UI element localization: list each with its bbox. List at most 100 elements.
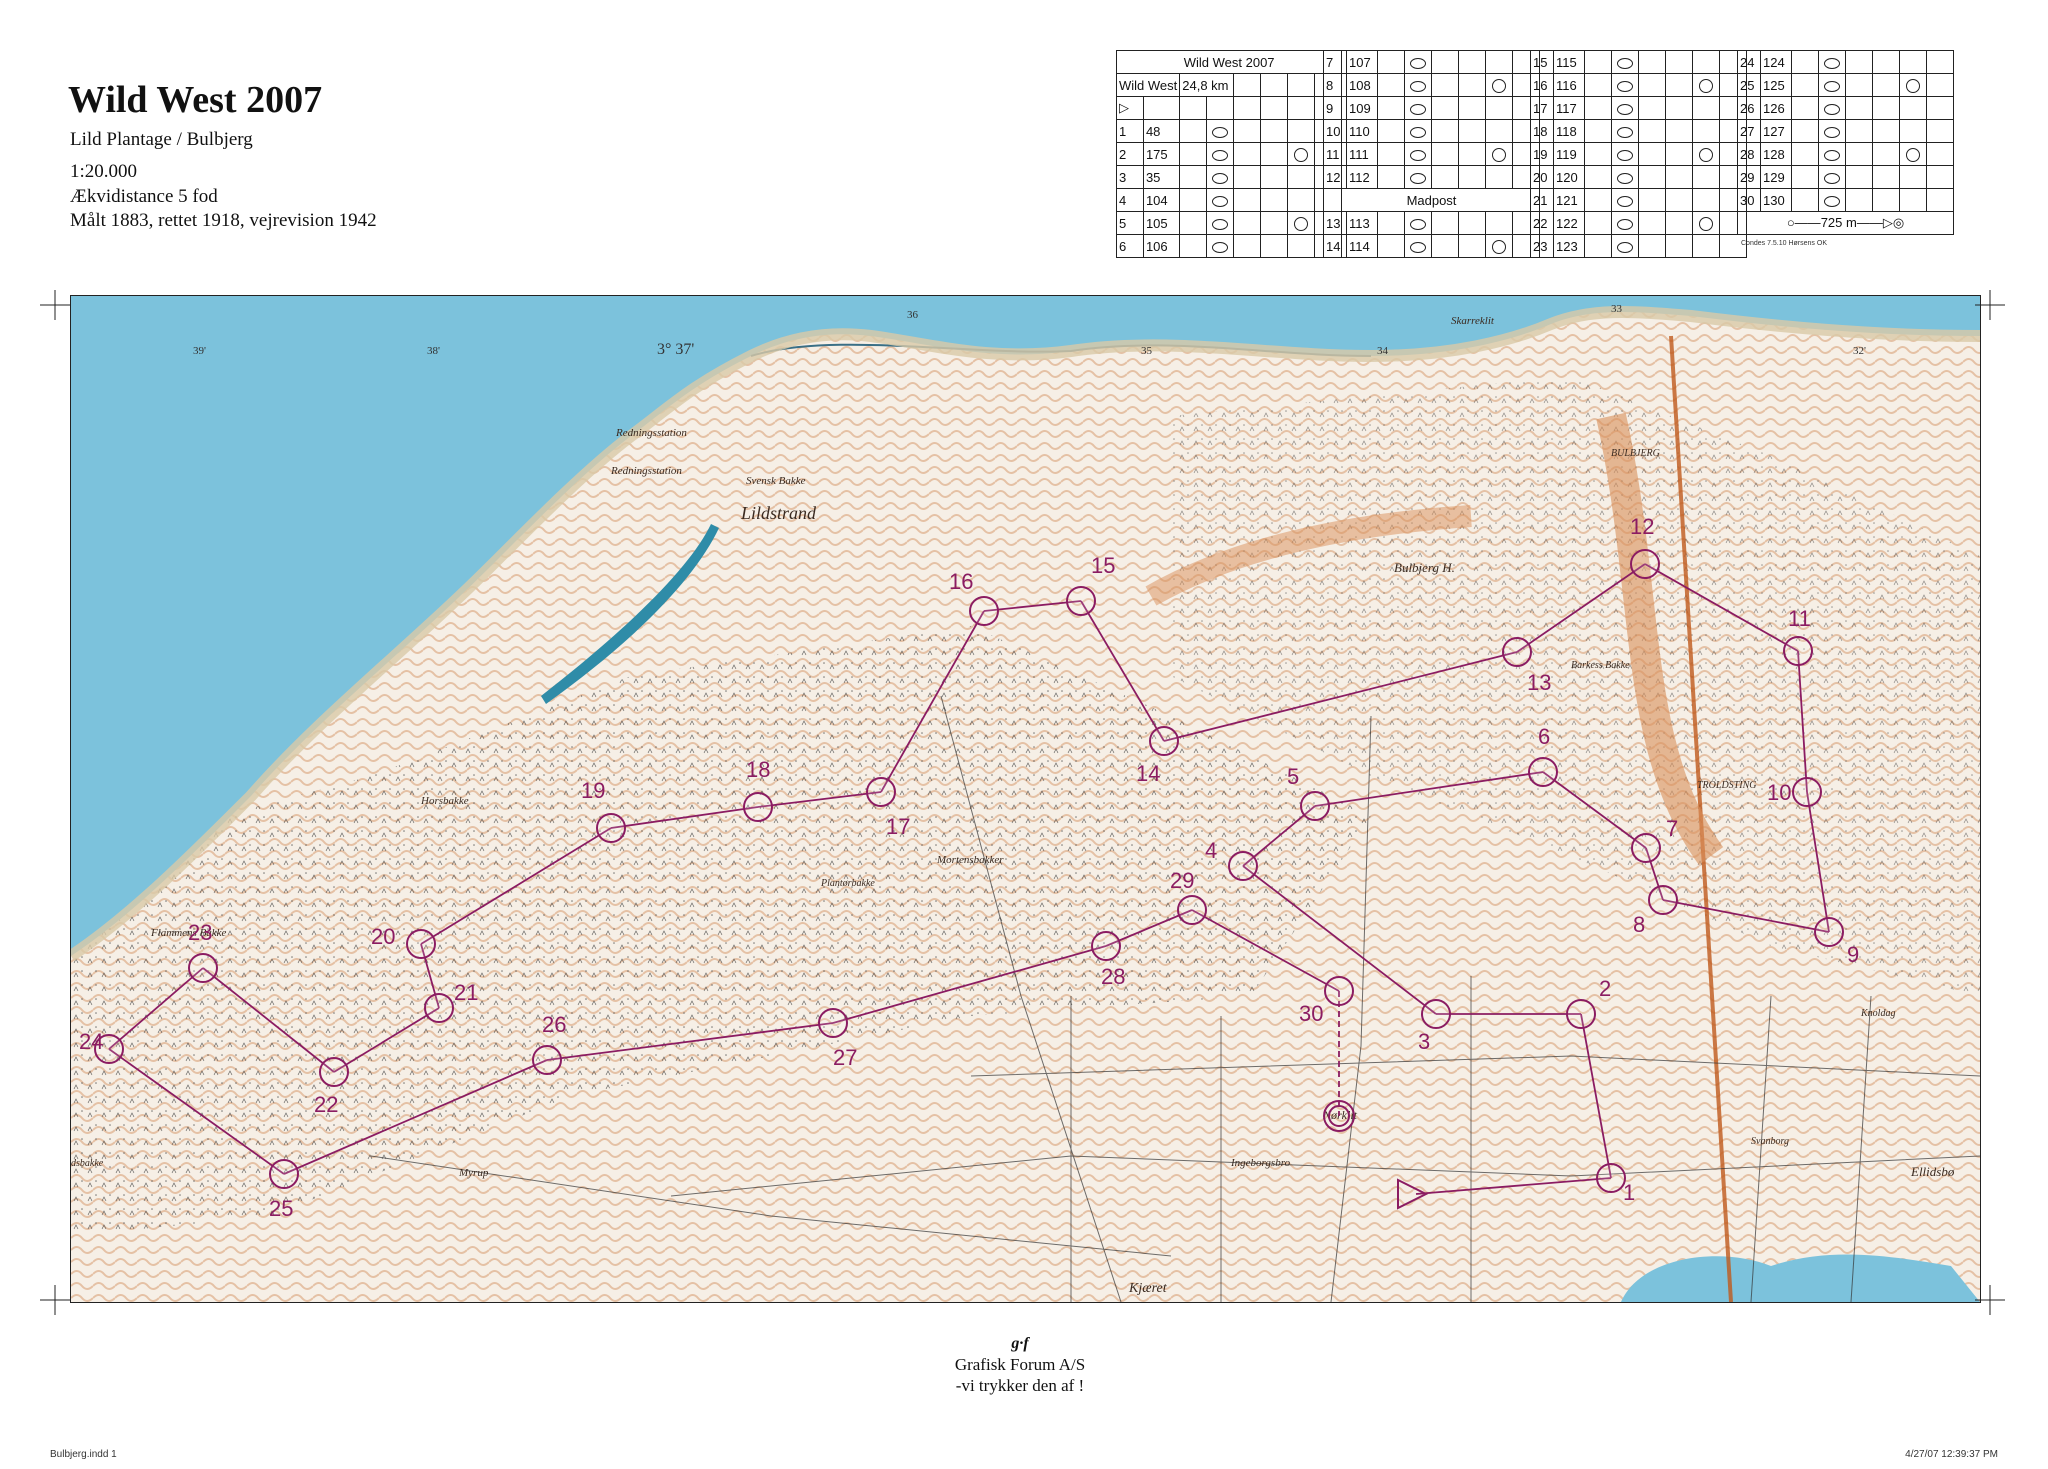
description-row: 22 122 [1530,211,1747,235]
location-symbol-icon [1294,147,1309,162]
place-ellidsbol: Ellidsbø [1910,1164,1955,1179]
description-table-4: 24 124 25 125 26 126 27 127 28 128 29 129 30 130 ○——7… [1737,50,1954,235]
control-circle-1[interactable] [1596,1163,1626,1193]
location-symbol-icon [1492,147,1506,162]
control-circle-17[interactable] [866,777,896,807]
control-circle-2[interactable] [1566,999,1596,1029]
control-circle-28[interactable] [1091,931,1121,961]
place-kjaeret: Kjæret [1128,1281,1168,1296]
feature-symbol-icon [1410,57,1426,69]
control-number-24: 24 [79,1029,103,1054]
control-number: 16 [1530,73,1554,97]
control-number-11: 11 [1788,606,1811,631]
control-circle-13[interactable] [1502,637,1532,667]
control-number: 1 [1116,119,1144,143]
control-circle-26[interactable] [532,1045,562,1075]
control-number-28: 28 [1101,964,1125,989]
control-circle-12[interactable] [1630,549,1660,579]
place-ingeborgsbro: Ingeborgsbro [1230,1157,1291,1169]
control-number: 4 [1116,188,1144,212]
grid-36: 36 [907,309,919,321]
control-number-22: 22 [314,1092,338,1117]
control-code: 120 [1553,165,1585,189]
control-circle-25[interactable] [269,1159,299,1189]
crop-mark-tr [1975,290,2005,320]
feature-symbol-icon [1824,149,1840,161]
event-name: Wild West 2007 [1115,50,1343,74]
control-code: 48 [1142,119,1181,143]
description-row: 23 123 [1530,234,1747,258]
feature-symbol-icon [1410,172,1426,184]
control-circle-16[interactable] [969,596,999,626]
description-row: 9 109 [1323,96,1540,120]
course-name: Wild West [1115,73,1181,97]
description-row: 20 120 [1530,165,1747,189]
control-circle-15[interactable] [1066,586,1096,616]
printer-slogan: -vi trykker den af ! [955,1376,1085,1395]
control-number: 8 [1323,73,1347,97]
control-circle-22[interactable] [319,1057,349,1087]
control-circle-29[interactable] [1177,895,1207,925]
control-number: 21 [1530,188,1554,212]
description-row: 11 111 [1323,142,1540,166]
feature-symbol-icon [1410,241,1426,253]
control-circle-8[interactable] [1648,885,1678,915]
control-circle-14[interactable] [1149,726,1179,756]
control-circle-3[interactable] [1421,999,1451,1029]
control-circle-10[interactable] [1792,777,1822,807]
control-circle-27[interactable] [818,1008,848,1038]
control-circle-9[interactable] [1814,917,1844,947]
control-circle-11[interactable] [1783,636,1813,666]
description-row: 27 127 [1737,119,1954,143]
control-number-27: 27 [833,1045,857,1070]
control-circle-4[interactable] [1228,851,1258,881]
feature-symbol-icon [1824,126,1840,138]
description-row: 16 116 [1530,73,1747,97]
control-code: 128 [1760,142,1792,166]
control-circle-20[interactable] [406,929,436,959]
software-credit: Condes 7.5.10 Hørsens OK [1741,240,1827,247]
description-row: 12 112 [1323,165,1540,189]
control-circle-21[interactable] [424,993,454,1023]
description-row: 3 35 [1116,165,1343,189]
control-code: 110 [1346,119,1378,143]
control-circle-5[interactable] [1300,791,1330,821]
place-trolsting: TROLDSTING [1697,780,1756,791]
feature-symbol-icon [1617,172,1633,184]
feature-symbol-icon [1410,126,1426,138]
feature-symbol-icon [1617,57,1633,69]
control-circle-30[interactable] [1324,976,1354,1006]
control-circle-6[interactable] [1528,757,1558,787]
finish-row: ○——725 m——▷◎ [1737,211,1954,235]
control-code: 113 [1346,211,1378,235]
map-title: Wild West 2007 [68,79,323,121]
crop-mark-bl [40,1285,70,1315]
control-code: 112 [1346,165,1378,189]
feature-symbol-icon [1617,241,1633,253]
finish-distance: 725 m [1820,215,1857,230]
location-symbol-icon [1699,147,1713,162]
location-symbol-icon [1294,216,1309,231]
control-circle-7[interactable] [1631,833,1661,863]
control-number-6: 6 [1538,724,1550,749]
control-circle-18[interactable] [743,792,773,822]
control-circle-23[interactable] [188,953,218,983]
description-row: 2 175 [1116,142,1343,166]
control-code: 108 [1346,73,1378,97]
control-code: 104 [1142,188,1181,212]
control-code: 121 [1553,188,1585,212]
control-number-3: 3 [1418,1029,1430,1054]
place-skarreklit: Skarreklit [1451,315,1495,327]
description-row: 1 48 [1116,119,1343,143]
course-length: 24,8 km [1179,73,1235,97]
control-number: 26 [1737,96,1761,120]
control-number-25: 25 [269,1196,293,1221]
description-row: 10 110 [1323,119,1540,143]
control-circle-19[interactable] [596,813,626,843]
place-bulbjerg-2: BULBJERG [1611,448,1660,459]
control-number-19: 19 [581,778,605,803]
control-number-8: 8 [1633,912,1645,937]
control-number: 18 [1530,119,1554,143]
control-number-4: 4 [1205,838,1217,863]
control-number: 22 [1530,211,1554,235]
